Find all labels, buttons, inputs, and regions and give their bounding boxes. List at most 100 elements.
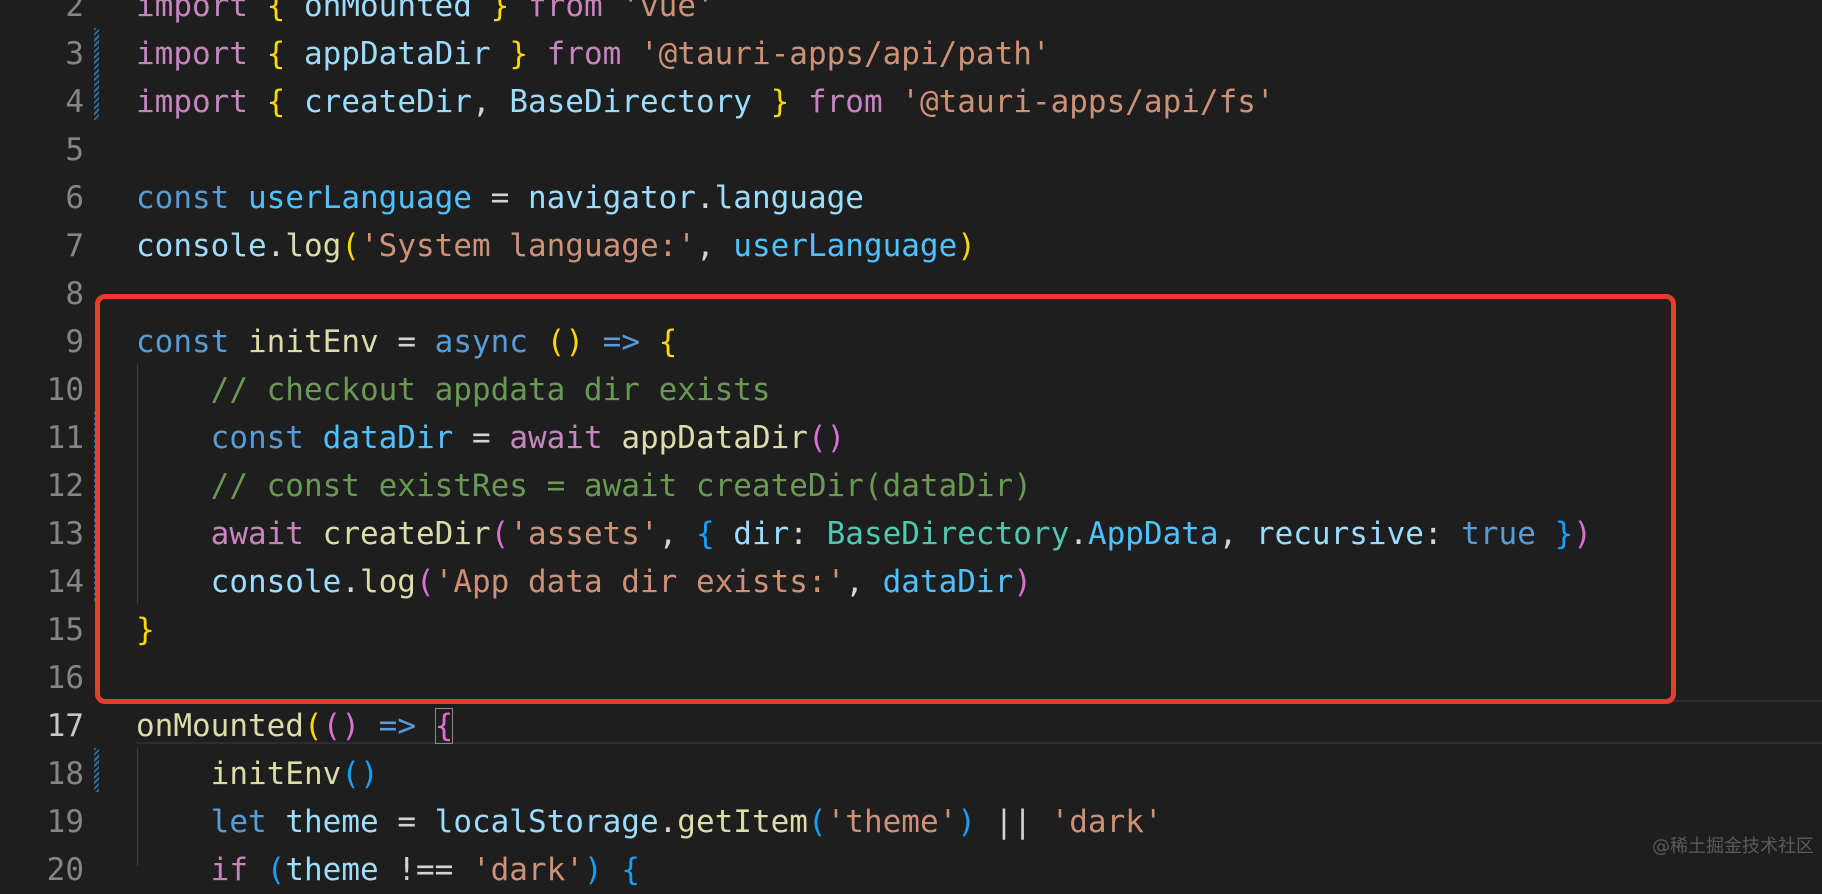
code-token: ( [266, 852, 286, 888]
code-line[interactable]: import { createDir, BaseDirectory } from… [136, 78, 1275, 126]
code-token: } [770, 84, 790, 120]
code-token: BaseDirectory [509, 84, 752, 120]
code-token: onMounted [136, 708, 304, 744]
code-token: import [136, 0, 248, 24]
code-token: ( [341, 228, 360, 264]
code-token: 'System language:' [360, 228, 696, 264]
code-token: let [210, 804, 267, 840]
code-line[interactable]: onMounted(() => { [136, 702, 454, 750]
line-number: 4 [65, 84, 84, 120]
code-token: . [695, 180, 715, 216]
line-number: 3 [65, 36, 84, 72]
git-modified-marker [94, 748, 99, 792]
code-line[interactable]: import { onMounted } from 'vue' [136, 0, 715, 30]
code-token: import [136, 84, 248, 120]
code-line[interactable]: if (theme !== 'dark') { [136, 846, 640, 894]
code-token: || [975, 804, 1051, 840]
git-modified-marker [94, 28, 99, 120]
code-token: { [621, 852, 640, 888]
line-number: 7 [65, 228, 84, 264]
line-number: 6 [65, 180, 84, 216]
line-number: 20 [46, 852, 84, 888]
code-editor[interactable]: 2 3 4 5 6 7 8 9 10 11 12 13 14 15 16 17 18 19 20 import { … [0, 0, 1822, 888]
code-token: () [341, 756, 379, 792]
code-token: ( [807, 804, 827, 840]
code-token: } [490, 0, 510, 24]
code-token: from [528, 0, 603, 24]
line-number: 2 [65, 0, 84, 24]
code-line[interactable]: initEnv() [136, 750, 379, 798]
code-token: from [546, 36, 622, 72]
code-token: onMounted [304, 0, 472, 24]
line-number: 14 [46, 564, 84, 600]
line-number: 10 [46, 372, 84, 408]
code-token: 'dark' [471, 852, 584, 888]
code-token: localStorage [434, 804, 659, 840]
code-token: { [266, 84, 286, 120]
code-token: language [714, 180, 864, 216]
code-token: () [322, 708, 360, 744]
line-number: 19 [46, 804, 84, 840]
code-token: . [658, 804, 678, 840]
code-token: '@tauri-apps/api/path' [639, 36, 1051, 72]
code-token: 'vue' [621, 0, 715, 24]
code-token: ) [583, 852, 603, 888]
code-token: createDir [304, 84, 472, 120]
line-number: 8 [65, 276, 84, 312]
line-number: 15 [46, 612, 84, 648]
code-token: { [266, 36, 286, 72]
watermark: @稀土掘金技术社区 [1652, 836, 1814, 857]
line-number-gutter: 2 3 4 5 6 7 8 9 10 11 12 13 14 15 16 17 18 19 20 [0, 0, 100, 888]
code-token: userLanguage [248, 180, 472, 216]
code-line[interactable]: console.log('System language:', userLang… [136, 222, 976, 270]
code-token: initEnv [210, 756, 342, 792]
annotation-highlight-box [95, 294, 1676, 704]
code-token: => [378, 708, 416, 744]
line-number: 9 [65, 324, 84, 360]
code-token: ) [957, 228, 976, 264]
code-token: theme [285, 804, 379, 840]
code-token: if [210, 852, 248, 888]
code-token: getItem [677, 804, 808, 840]
code-token: from [807, 84, 883, 120]
code-line[interactable]: import { appDataDir } from '@tauri-apps/… [136, 30, 1051, 78]
code-token: ( [303, 708, 323, 744]
code-token: const [136, 180, 230, 216]
code-token: import [136, 36, 248, 72]
line-number: 12 [46, 468, 84, 504]
code-line[interactable]: let theme = localStorage.getItem('theme'… [136, 798, 1163, 846]
code-token: { [434, 708, 454, 744]
code-token: = [378, 804, 435, 840]
code-token: appDataDir [304, 36, 491, 72]
code-token: } [509, 36, 528, 72]
code-token: = [471, 180, 528, 216]
line-number: 5 [65, 132, 84, 168]
code-token: '@tauri-apps/api/fs' [901, 84, 1275, 120]
code-line[interactable]: const userLanguage = navigator.language [136, 174, 864, 222]
code-token: navigator [527, 180, 696, 216]
code-token: userLanguage [733, 228, 958, 264]
code-token: log [285, 228, 342, 264]
code-token: ) [957, 804, 976, 840]
line-number: 16 [46, 660, 84, 696]
code-token: console [136, 228, 267, 264]
code-token: 'dark' [1050, 804, 1163, 840]
